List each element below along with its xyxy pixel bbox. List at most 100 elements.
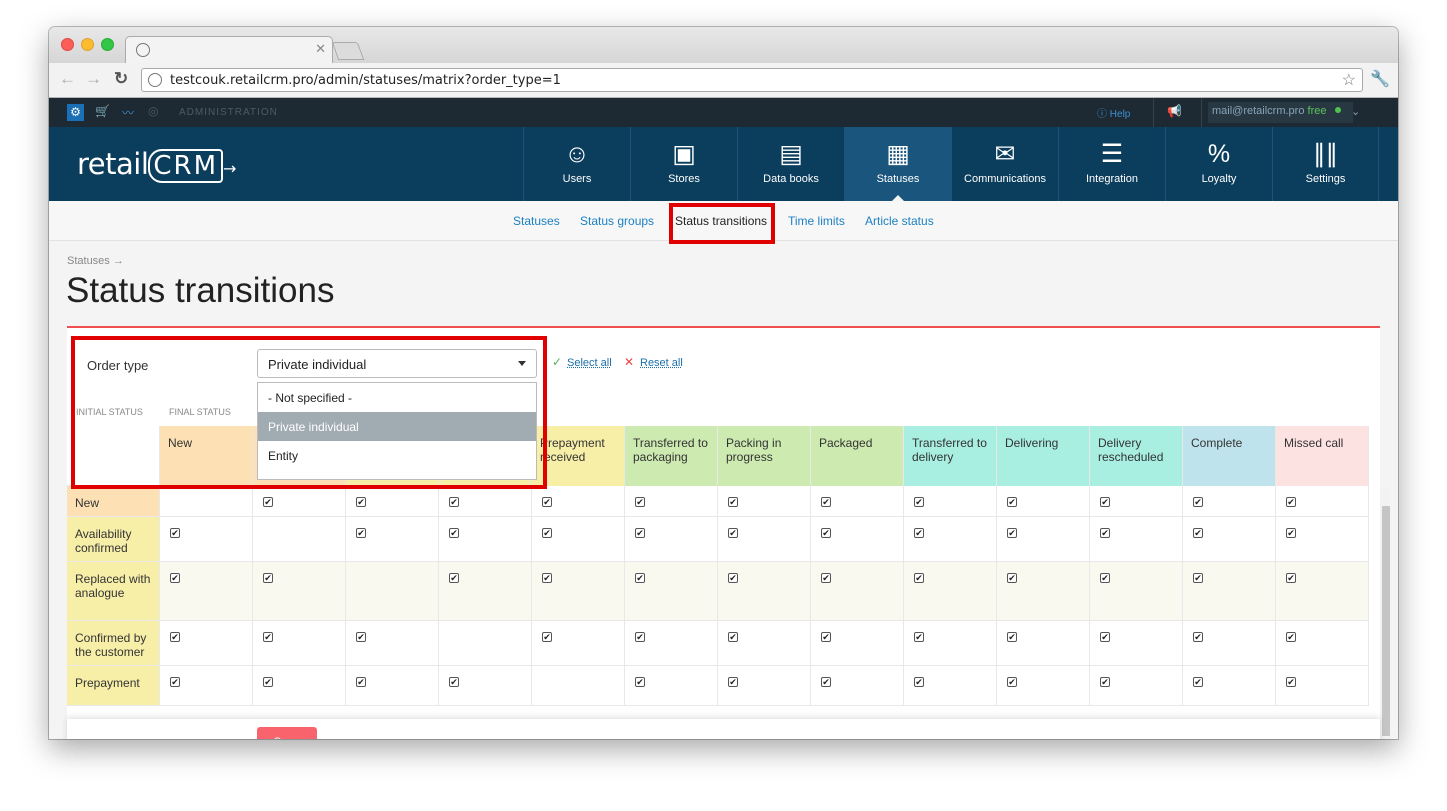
transition-checkbox[interactable]: ✔ — [1007, 573, 1017, 583]
transition-checkbox[interactable]: ✔ — [542, 497, 552, 507]
account-menu[interactable]: mail@retailcrm.pro free — [1208, 102, 1353, 123]
transition-checkbox[interactable]: ✔ — [356, 677, 366, 687]
transition-checkbox[interactable]: ✔ — [356, 497, 366, 507]
transition-checkbox[interactable]: ✔ — [821, 528, 831, 538]
transition-checkbox[interactable]: ✔ — [1193, 573, 1203, 583]
transition-checkbox[interactable]: ✔ — [356, 528, 366, 538]
target-icon[interactable]: ◎ — [148, 104, 158, 118]
transition-checkbox[interactable]: ✔ — [1100, 677, 1110, 687]
nav-item-loyalty[interactable]: % Loyalty — [1165, 127, 1272, 201]
transition-checkbox[interactable]: ✔ — [263, 497, 273, 507]
nav-item-statuses[interactable]: ▦ Statuses — [844, 127, 951, 201]
transition-checkbox[interactable]: ✔ — [263, 677, 273, 687]
transition-checkbox[interactable]: ✔ — [1100, 528, 1110, 538]
subnav-article-status[interactable]: Article status — [865, 214, 934, 228]
transition-checkbox[interactable]: ✔ — [263, 573, 273, 583]
transition-checkbox[interactable]: ✔ — [1286, 497, 1296, 507]
transition-checkbox[interactable]: ✔ — [1286, 632, 1296, 642]
chevron-down-icon[interactable]: ⌄ — [1351, 105, 1360, 118]
gear-icon[interactable]: ⚙ — [67, 104, 84, 121]
transition-checkbox[interactable]: ✔ — [263, 632, 273, 642]
transition-checkbox[interactable]: ✔ — [914, 573, 924, 583]
transition-checkbox[interactable]: ✔ — [170, 573, 180, 583]
select-all-link[interactable]: Select all — [567, 357, 612, 369]
address-bar[interactable]: testcouk.retailcrm.pro/admin/statuses/ma… — [141, 68, 1363, 92]
nav-item-integration[interactable]: ☰ Integration — [1058, 127, 1165, 201]
transition-checkbox[interactable]: ✔ — [1100, 632, 1110, 642]
transition-checkbox[interactable]: ✔ — [635, 573, 645, 583]
close-window-button[interactable] — [61, 38, 74, 51]
transition-checkbox[interactable]: ✔ — [542, 528, 552, 538]
cart-icon[interactable]: 🛒 — [95, 104, 110, 118]
transition-checkbox[interactable]: ✔ — [635, 677, 645, 687]
transition-checkbox[interactable]: ✔ — [635, 632, 645, 642]
transition-checkbox[interactable]: ✔ — [728, 632, 738, 642]
subnav-time-limits[interactable]: Time limits — [788, 214, 845, 228]
transition-checkbox[interactable]: ✔ — [1193, 497, 1203, 507]
megaphone-icon[interactable]: 📢 — [1167, 104, 1182, 118]
scrollbar-thumb[interactable] — [1382, 506, 1390, 736]
transition-checkbox[interactable]: ✔ — [170, 528, 180, 538]
wrench-icon[interactable]: 🔧 — [1370, 69, 1390, 89]
transition-checkbox[interactable]: ✔ — [821, 632, 831, 642]
transition-checkbox[interactable]: ✔ — [1193, 677, 1203, 687]
chart-icon[interactable]: 〰 — [122, 104, 134, 121]
transition-checkbox[interactable]: ✔ — [635, 497, 645, 507]
transition-checkbox[interactable]: ✔ — [542, 573, 552, 583]
transition-checkbox[interactable]: ✔ — [542, 632, 552, 642]
retailcrm-logo[interactable]: retail CRM → — [77, 147, 236, 183]
nav-item-stores[interactable]: ▣ Stores — [630, 127, 737, 201]
browser-tab[interactable]: ✕ — [125, 36, 333, 63]
transition-checkbox[interactable]: ✔ — [1286, 528, 1296, 538]
transition-checkbox[interactable]: ✔ — [728, 573, 738, 583]
forward-icon[interactable]: → — [85, 69, 102, 89]
transition-checkbox[interactable]: ✔ — [914, 528, 924, 538]
subnav-status-groups[interactable]: Status groups — [580, 214, 654, 228]
save-button[interactable]: Save — [257, 727, 317, 739]
transition-checkbox[interactable]: ✔ — [449, 528, 459, 538]
transition-checkbox[interactable]: ✔ — [1193, 528, 1203, 538]
transition-checkbox[interactable]: ✔ — [1007, 497, 1017, 507]
transition-checkbox[interactable]: ✔ — [1007, 677, 1017, 687]
help-link[interactable]: ⓘ Help — [1097, 105, 1130, 120]
transition-checkbox[interactable]: ✔ — [728, 497, 738, 507]
transition-checkbox[interactable]: ✔ — [728, 677, 738, 687]
zoom-window-button[interactable] — [101, 38, 114, 51]
back-icon[interactable]: ← — [59, 69, 76, 89]
transition-checkbox[interactable]: ✔ — [635, 528, 645, 538]
transition-checkbox[interactable]: ✔ — [1286, 677, 1296, 687]
matrix-cell — [439, 621, 532, 666]
close-tab-icon[interactable]: ✕ — [315, 41, 326, 57]
transition-checkbox[interactable]: ✔ — [356, 632, 366, 642]
transition-checkbox[interactable]: ✔ — [914, 677, 924, 687]
transition-checkbox[interactable]: ✔ — [170, 677, 180, 687]
nav-item-users[interactable]: ☺ Users — [523, 127, 630, 201]
transition-checkbox[interactable]: ✔ — [449, 573, 459, 583]
nav-item-data-books[interactable]: ▤ Data books — [737, 127, 844, 201]
transition-checkbox[interactable]: ✔ — [1100, 573, 1110, 583]
transition-checkbox[interactable]: ✔ — [449, 677, 459, 687]
breadcrumb[interactable]: Statuses → — [67, 255, 124, 267]
new-tab-button[interactable] — [331, 42, 365, 60]
transition-checkbox[interactable]: ✔ — [449, 497, 459, 507]
bookmark-star-icon[interactable]: ☆ — [1342, 70, 1356, 90]
transition-checkbox[interactable]: ✔ — [1007, 528, 1017, 538]
vertical-scrollbar[interactable] — [1380, 488, 1391, 739]
transition-checkbox[interactable]: ✔ — [1100, 497, 1110, 507]
reset-all-link[interactable]: Reset all — [640, 357, 683, 369]
minimize-window-button[interactable] — [81, 38, 94, 51]
nav-item-communications[interactable]: ✉ Communications — [951, 127, 1058, 201]
transition-checkbox[interactable]: ✔ — [821, 497, 831, 507]
transition-checkbox[interactable]: ✔ — [170, 632, 180, 642]
transition-checkbox[interactable]: ✔ — [1286, 573, 1296, 583]
reload-icon[interactable]: ↻ — [114, 69, 128, 89]
nav-item-settings[interactable]: ∥∥ Settings — [1272, 127, 1379, 201]
transition-checkbox[interactable]: ✔ — [1193, 632, 1203, 642]
transition-checkbox[interactable]: ✔ — [728, 528, 738, 538]
transition-checkbox[interactable]: ✔ — [914, 632, 924, 642]
transition-checkbox[interactable]: ✔ — [821, 573, 831, 583]
transition-checkbox[interactable]: ✔ — [1007, 632, 1017, 642]
subnav-statuses[interactable]: Statuses — [513, 214, 560, 228]
transition-checkbox[interactable]: ✔ — [914, 497, 924, 507]
transition-checkbox[interactable]: ✔ — [821, 677, 831, 687]
